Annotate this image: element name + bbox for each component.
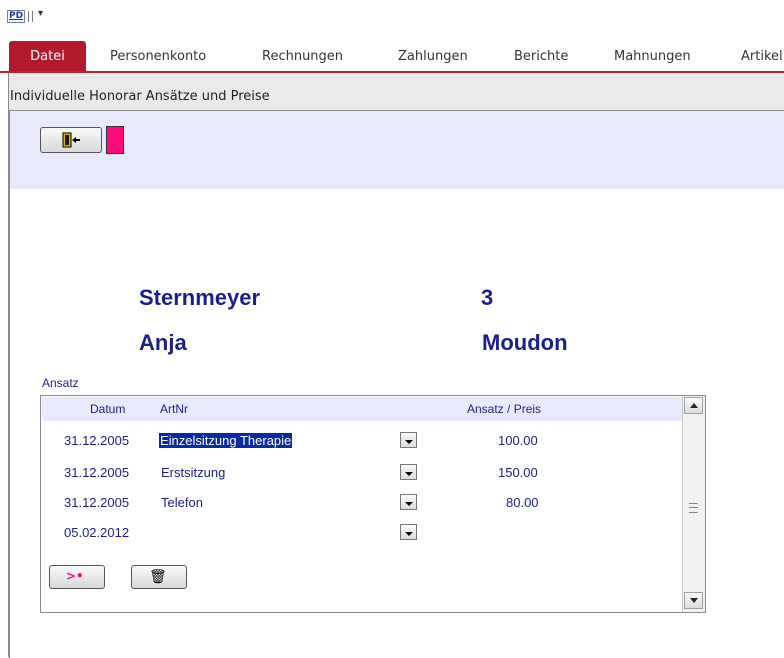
door-exit-icon — [62, 132, 80, 148]
artnr-dropdown-button[interactable] — [400, 432, 417, 448]
column-header-preis: Ansatz / Preis — [467, 402, 542, 416]
artnr-cell[interactable]: Erstsitzung — [161, 465, 225, 480]
table-row[interactable]: 31.12.2005 Erstsitzung 150.00 — [41, 461, 681, 485]
app-logo-icon[interactable]: PD — [7, 10, 26, 23]
form-title: Individuelle Honorar Ansätze und Preise — [10, 89, 270, 104]
ansatz-subform: Datum ArtNr Ansatz / Preis 31.12.2005 Ei… — [40, 395, 706, 613]
artnr-cell[interactable]: Einzelsitzung Therapie — [159, 433, 293, 448]
qat-separator — [28, 11, 29, 22]
preis-cell[interactable]: 150.00 — [498, 465, 538, 480]
tab-personenkonto[interactable]: Personenkonto — [110, 49, 206, 64]
table-row[interactable]: 31.12.2005 Einzelsitzung Therapie 100.00 — [41, 429, 681, 453]
tab-datei[interactable]: Datei — [9, 41, 86, 72]
lastname-value: Sternmeyer — [139, 285, 261, 310]
city-value: Moudon — [482, 330, 568, 355]
table-row-new[interactable]: 05.02.2012 — [41, 521, 681, 545]
datum-cell[interactable]: 05.02.2012 — [64, 525, 129, 540]
chevron-down-icon — [405, 472, 413, 476]
new-record-button[interactable]: >• — [49, 565, 105, 589]
ribbon-tabs: Personenkonto Rechnungen Zahlungen Beric… — [0, 40, 784, 72]
artnr-cell[interactable]: Telefon — [161, 495, 203, 510]
form-header-band — [10, 111, 784, 189]
chevron-down-icon — [405, 532, 413, 536]
tab-berichte[interactable]: Berichte — [514, 49, 568, 64]
datum-cell[interactable]: 31.12.2005 — [64, 495, 129, 510]
chevron-down-icon — [405, 440, 413, 444]
new-record-icon: >• — [66, 569, 84, 583]
tab-zahlungen[interactable]: Zahlungen — [398, 49, 468, 64]
qat-customize-dropdown[interactable]: ▾ — [38, 8, 43, 19]
delete-record-button[interactable]: 🗑 — [131, 565, 187, 589]
record-status-indicator — [106, 126, 124, 154]
scroll-up-button[interactable] — [684, 397, 703, 414]
column-header-datum: Datum — [90, 402, 126, 416]
datum-cell[interactable]: 31.12.2005 — [64, 465, 129, 480]
artnr-dropdown-button[interactable] — [400, 464, 417, 480]
scroll-down-icon — [690, 598, 698, 603]
quick-access-toolbar: PD ▾ — [0, 0, 784, 40]
scroll-up-icon — [690, 403, 698, 408]
tab-rechnungen[interactable]: Rechnungen — [262, 49, 343, 64]
qat-separator — [32, 11, 33, 22]
subform-label: Ansatz — [42, 376, 79, 390]
datum-cell[interactable]: 31.12.2005 — [64, 433, 129, 448]
preis-cell[interactable]: 100.00 — [498, 433, 538, 448]
table-row[interactable]: 31.12.2005 Telefon 80.00 — [41, 491, 681, 515]
number-value: 3 — [481, 285, 494, 310]
artnr-dropdown-button[interactable] — [400, 494, 417, 510]
vertical-scrollbar[interactable] — [682, 396, 705, 612]
exit-button[interactable] — [40, 127, 102, 153]
tab-artikel[interactable]: Artikel — [741, 49, 783, 64]
preis-cell[interactable]: 80.00 — [506, 495, 539, 510]
column-header-artnr: ArtNr — [160, 402, 188, 416]
tab-mahnungen[interactable]: Mahnungen — [614, 49, 691, 64]
scroll-down-button[interactable] — [684, 592, 703, 609]
trash-icon: 🗑 — [149, 569, 167, 585]
firstname-value: Anja — [139, 330, 187, 355]
subform-header: Datum ArtNr Ansatz / Preis — [42, 397, 682, 421]
chevron-down-icon — [405, 502, 413, 506]
artnr-dropdown-button[interactable] — [400, 524, 417, 540]
scrollbar-grip[interactable] — [689, 503, 698, 513]
